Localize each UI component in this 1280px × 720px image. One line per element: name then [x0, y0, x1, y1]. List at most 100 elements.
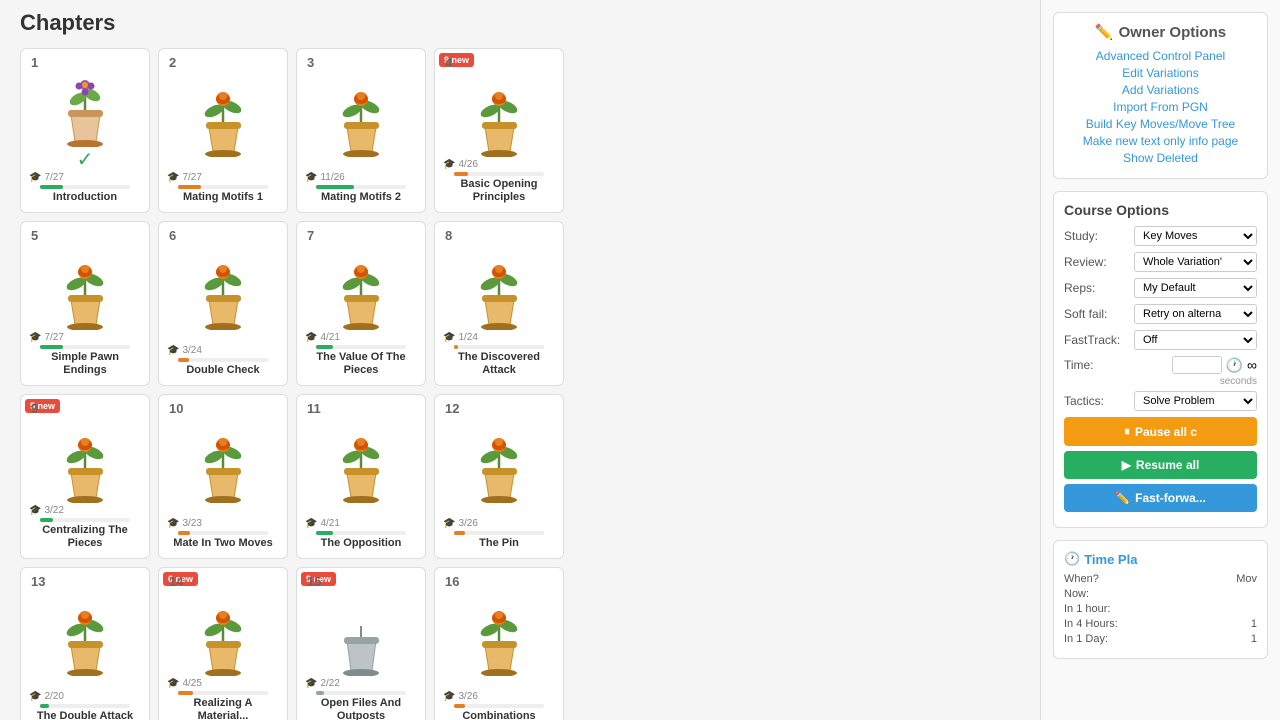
stats-value: 3/23: [182, 518, 201, 529]
tactics-select[interactable]: Solve Problem: [1134, 391, 1257, 411]
study-select[interactable]: Key Moves: [1134, 226, 1257, 246]
chapter-card[interactable]: 5 🎓 7/27: [20, 221, 150, 386]
progress-fill: [40, 518, 53, 522]
time-plan-section: 🕐 Time Pla When? Mov Now: In 1 hour: In …: [1053, 540, 1268, 659]
stats-value: 4/21: [320, 332, 339, 343]
chapter-card[interactable]: 9 new 15 🎓 2/22: [296, 567, 426, 720]
progress-bar: [40, 185, 130, 189]
chapter-card[interactable]: 12 🎓 3/26: [434, 394, 564, 559]
time-label: Time:: [1064, 358, 1129, 372]
chapter-number: 10: [169, 401, 183, 416]
chapter-card[interactable]: 8 🎓 1/24: [434, 221, 564, 386]
progress-fill: [178, 358, 189, 362]
chapter-bottom: 🎓 4/21 The Value Of The Pieces: [305, 332, 417, 377]
chapter-card[interactable]: 16 🎓 3/26: [434, 567, 564, 720]
chapter-stats: 🎓 7/27: [29, 332, 141, 343]
fasttrack-select[interactable]: Off: [1134, 330, 1257, 350]
page-title: Chapters: [20, 10, 1020, 36]
owner-option-link[interactable]: Build Key Moves/Move Tree: [1064, 117, 1257, 131]
owner-option-link[interactable]: Show Deleted: [1064, 151, 1257, 165]
progress-fill: [40, 345, 63, 349]
plant-container: [472, 77, 527, 157]
stats-icon: 🎓: [443, 159, 455, 170]
time-plan-4hours: In 4 Hours: 1: [1064, 618, 1257, 630]
chapter-stats: 🎓 3/26: [443, 518, 555, 529]
time-row: Time: 🕐 ∞: [1064, 356, 1257, 374]
stats-icon: 🎓: [167, 345, 179, 356]
plant-container: [58, 596, 113, 676]
time-infinity-icon[interactable]: ∞: [1247, 357, 1257, 373]
progress-fill: [316, 185, 354, 189]
chapter-number: 5: [31, 228, 38, 243]
chapter-title: The Double Attack: [29, 710, 141, 720]
chapter-stats: 🎓 1/24: [443, 332, 555, 343]
chapter-card[interactable]: 9 new 4 🎓: [434, 48, 564, 213]
course-options-panel: Course Options Study: Key Moves Review: …: [1053, 191, 1268, 528]
fastforward-button[interactable]: ✏️ Fast-forwa...: [1064, 484, 1257, 512]
stats-value: 4/26: [458, 159, 477, 170]
progress-bar: [40, 704, 130, 708]
stats-value: 1/24: [458, 332, 477, 343]
tactics-label: Tactics:: [1064, 394, 1129, 408]
chapter-card[interactable]: 11 🎓 4/21: [296, 394, 426, 559]
tactics-row: Tactics: Solve Problem: [1064, 391, 1257, 411]
chapter-card[interactable]: 7 🎓 4/21: [296, 221, 426, 386]
chapter-card[interactable]: 6 🎓 3/24: [158, 221, 288, 386]
owner-option-link[interactable]: Make new text only info page: [1064, 134, 1257, 148]
soft-fail-row: Soft fail: Retry on alterna: [1064, 304, 1257, 324]
chapter-bottom: 🎓 7/27 Mating Motifs 1: [167, 172, 279, 204]
time-input[interactable]: [1172, 356, 1222, 374]
chapter-number: 11: [307, 401, 321, 416]
review-label: Review:: [1064, 255, 1129, 269]
chapter-stats: 🎓 7/27: [29, 172, 141, 183]
stats-value: 4/25: [182, 678, 201, 689]
chapter-card[interactable]: 2 🎓 7/27: [158, 48, 288, 213]
seconds-label: seconds: [1064, 376, 1257, 387]
resume-all-button[interactable]: ▶ Resume all: [1064, 451, 1257, 479]
review-select[interactable]: Whole Variation': [1134, 252, 1257, 272]
chapter-bottom: 🎓 7/27 Simple Pawn Endings: [29, 332, 141, 377]
chapter-card[interactable]: 6 new 14 🎓: [158, 567, 288, 720]
chapter-card[interactable]: 13 🎓 2/20: [20, 567, 150, 720]
chapter-card[interactable]: 10 🎓 3/23: [158, 394, 288, 559]
chapter-number: 13: [31, 574, 45, 589]
chapter-bottom: 🎓 3/26 Combinations: [443, 691, 555, 720]
chapter-number: 16: [445, 574, 459, 589]
chapter-stats: 🎓 4/21: [305, 518, 417, 529]
chapter-card[interactable]: 1 ✓: [20, 48, 150, 213]
time-plan-1day: In 1 Day: 1: [1064, 633, 1257, 645]
owner-option-link[interactable]: Advanced Control Panel: [1064, 49, 1257, 63]
chapter-stats: 🎓 2/22: [305, 678, 417, 689]
chapter-bottom: 🎓 3/23 Mate In Two Moves: [167, 518, 279, 550]
progress-fill: [454, 704, 465, 708]
chapter-card[interactable]: 3 🎓 11/26: [296, 48, 426, 213]
owner-option-link[interactable]: Add Variations: [1064, 83, 1257, 97]
owner-option-link[interactable]: Edit Variations: [1064, 66, 1257, 80]
owner-options-title: ✏️ Owner Options: [1064, 23, 1257, 41]
stats-value: 2/20: [44, 691, 63, 702]
chapter-stats: 🎓 3/24: [167, 345, 279, 356]
chapter-card[interactable]: 5 new 9 🎓: [20, 394, 150, 559]
study-label: Study:: [1064, 229, 1129, 243]
chapter-stats: 🎓 11/26: [305, 172, 417, 183]
pause-icon: ⏸: [1124, 424, 1130, 439]
reps-select[interactable]: My Default: [1134, 278, 1257, 298]
owner-option-link[interactable]: Import From PGN: [1064, 100, 1257, 114]
chapter-bottom: 🎓 2/22 Open Files And Outposts: [305, 678, 417, 720]
progress-bar: [316, 531, 406, 535]
chapter-stats: 🎓 2/20: [29, 691, 141, 702]
chapter-title: Realizing A Material...: [167, 697, 279, 720]
pause-all-button[interactable]: ⏸ Pause all c: [1064, 417, 1257, 446]
progress-fill: [454, 531, 465, 535]
soft-fail-select[interactable]: Retry on alterna: [1134, 304, 1257, 324]
plant-container: [58, 250, 113, 330]
time-clock-icon[interactable]: 🕐: [1226, 357, 1243, 374]
stats-icon: 🎓: [305, 172, 317, 183]
chapter-bottom: 🎓 4/26 Basic Opening Principles: [443, 159, 555, 204]
progress-fill: [316, 691, 324, 695]
chapter-bottom: 🎓 3/26 The Pin: [443, 518, 555, 550]
plant-container: [472, 596, 527, 676]
chapter-number: 12: [445, 401, 459, 416]
chapter-title: Mating Motifs 1: [167, 191, 279, 204]
stats-value: 7/27: [44, 172, 63, 183]
